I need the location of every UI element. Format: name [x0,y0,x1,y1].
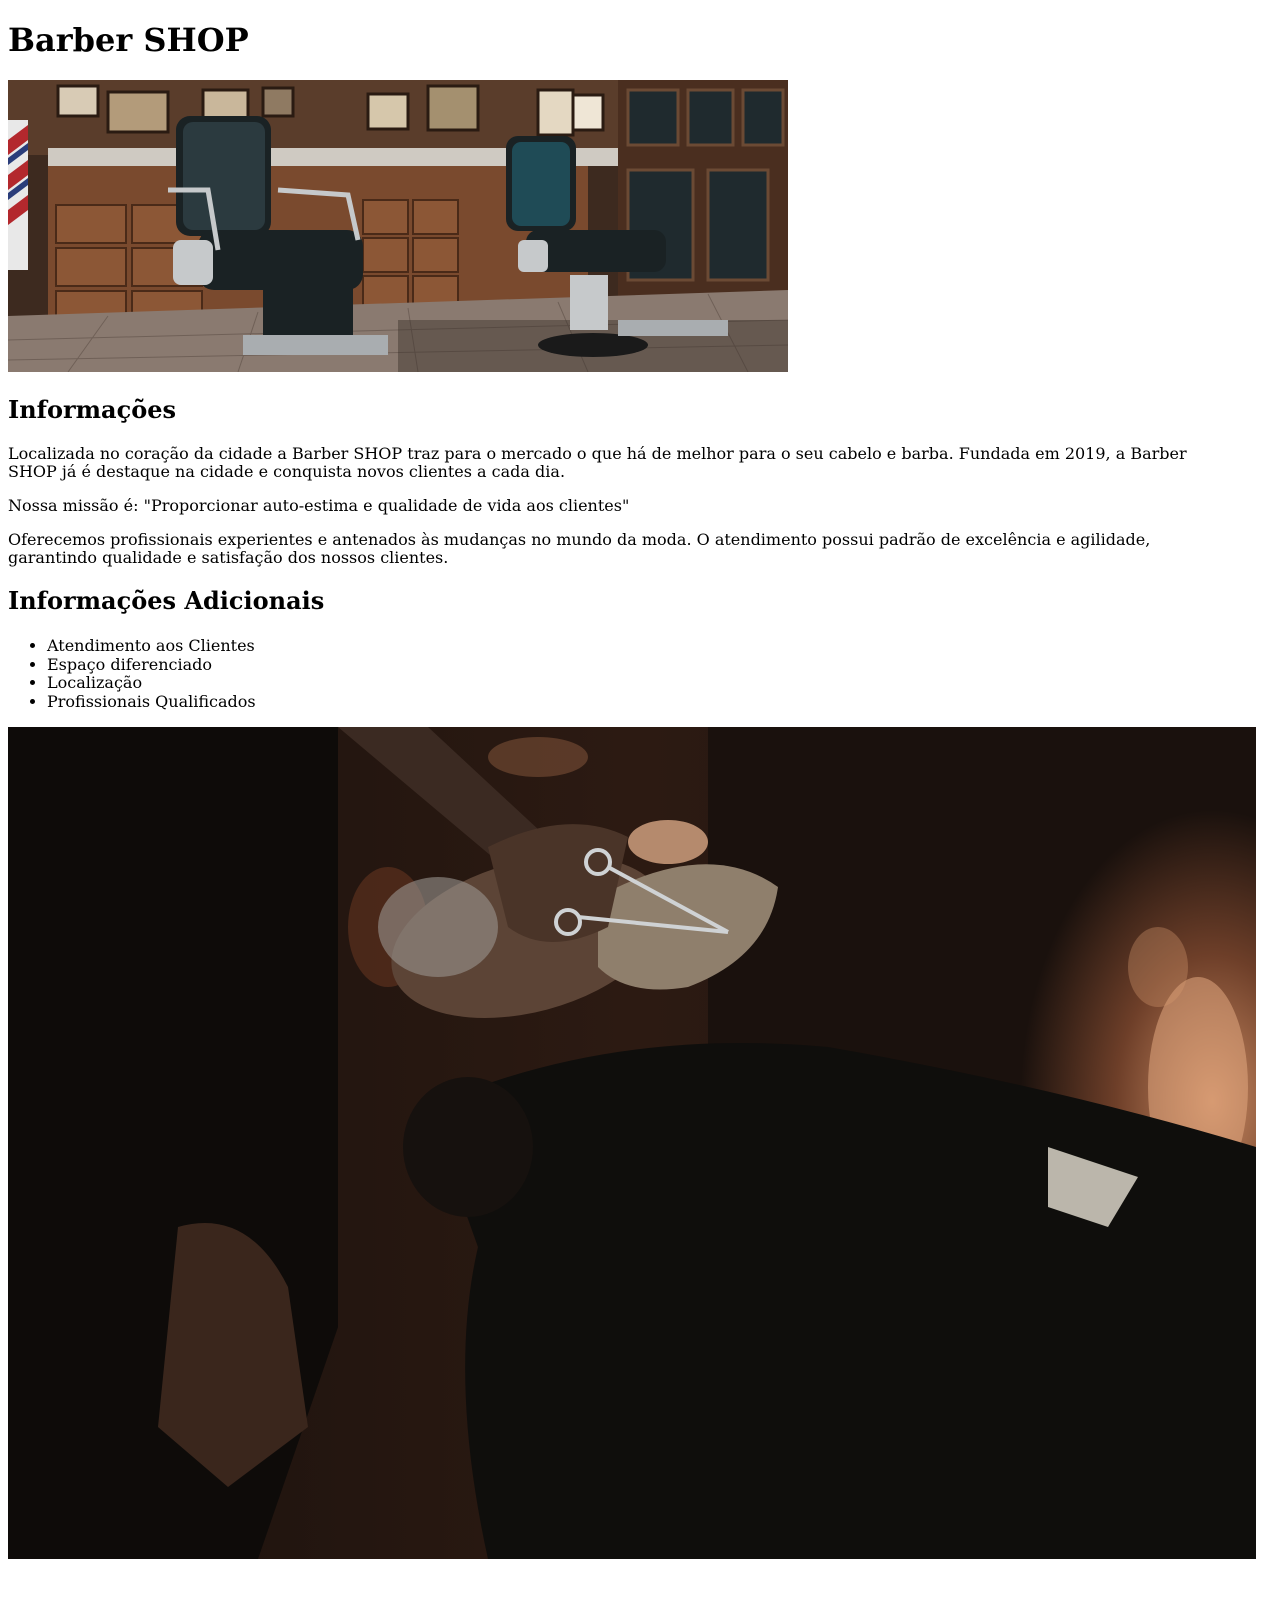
page-title: Barber SHOP [8,21,249,59]
additional-info-heading: Informações Adicionais [8,586,325,615]
list-item: Atendimento aos Clientes [47,636,1280,656]
barbershop-interior-illustration [8,80,788,372]
list-item: Espaço diferenciado [47,655,1280,675]
list-item: Localização [47,673,1280,693]
barbershop-interior-image [8,80,788,372]
beard-trim-image [8,727,1256,1559]
additional-info-list: Atendimento aos Clientes Espaço diferenc… [8,636,1280,712]
info-heading: Informações [8,395,176,424]
list-item: Profissionais Qualificados [47,692,1280,712]
info-paragraph-mission: Nossa missão é: "Proporcionar auto-estim… [8,496,630,515]
beard-trim-illustration [8,727,1256,1559]
info-paragraph-about: Localizada no coração da cidade a Barber… [8,444,1187,481]
page: Barber SHOP Informações Localizada no co… [0,0,1288,1559]
info-paragraph-services: Oferecemos profissionais experientes e a… [8,530,1151,567]
